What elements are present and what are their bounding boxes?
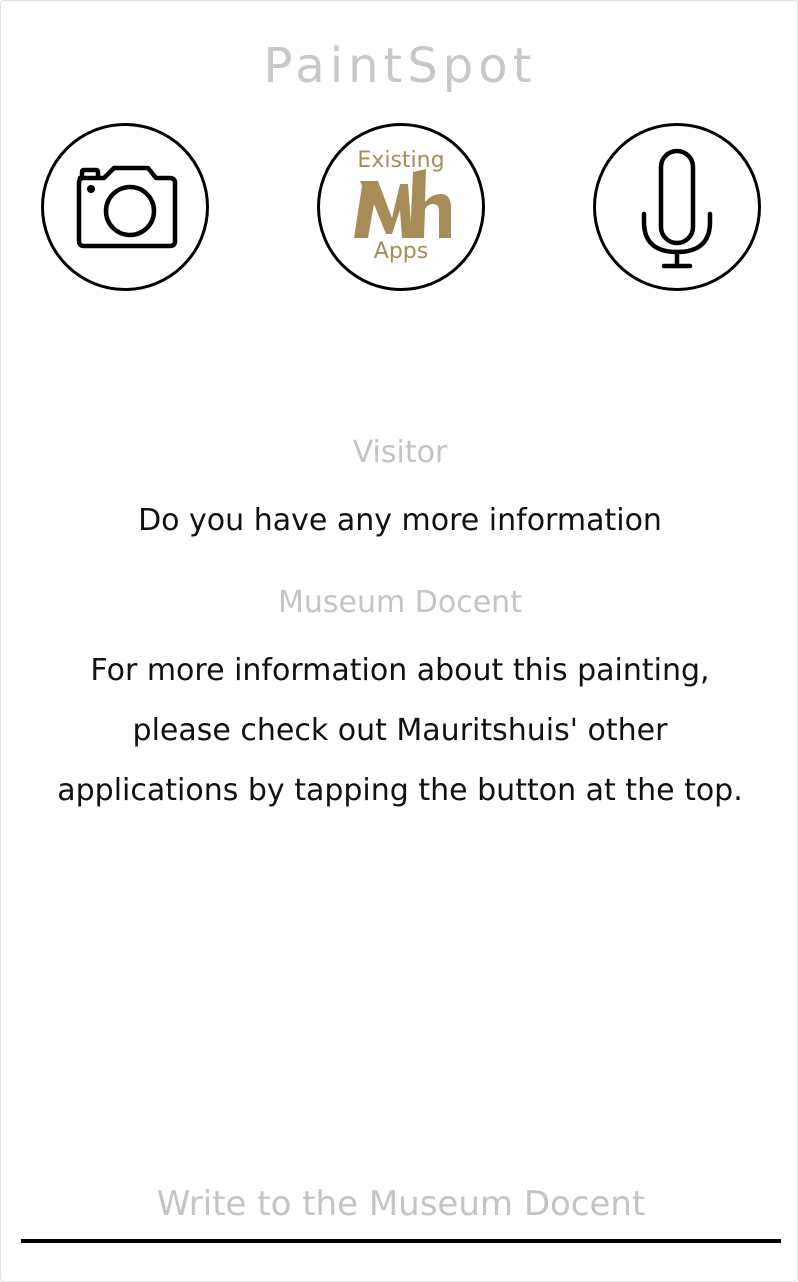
- apps-button-bottom-label: Apps: [373, 239, 429, 264]
- microphone-icon: [641, 148, 713, 269]
- camera-button[interactable]: [41, 123, 209, 291]
- message-input[interactable]: [21, 1169, 781, 1243]
- app-title: PaintSpot: [263, 38, 537, 94]
- speaker-label-visitor: Visitor: [352, 435, 448, 470]
- docent-message: For more information about this painting…: [57, 653, 743, 808]
- app-frame: PaintSpot Existing Apps Visitor Do you h…: [0, 0, 798, 1282]
- visitor-message: Do you have any more information: [138, 503, 662, 538]
- camera-icon: [76, 165, 178, 249]
- speaker-label-docent: Museum Docent: [278, 585, 522, 620]
- existing-apps-button[interactable]: Existing Apps: [317, 123, 485, 291]
- microphone-button[interactable]: [593, 123, 761, 291]
